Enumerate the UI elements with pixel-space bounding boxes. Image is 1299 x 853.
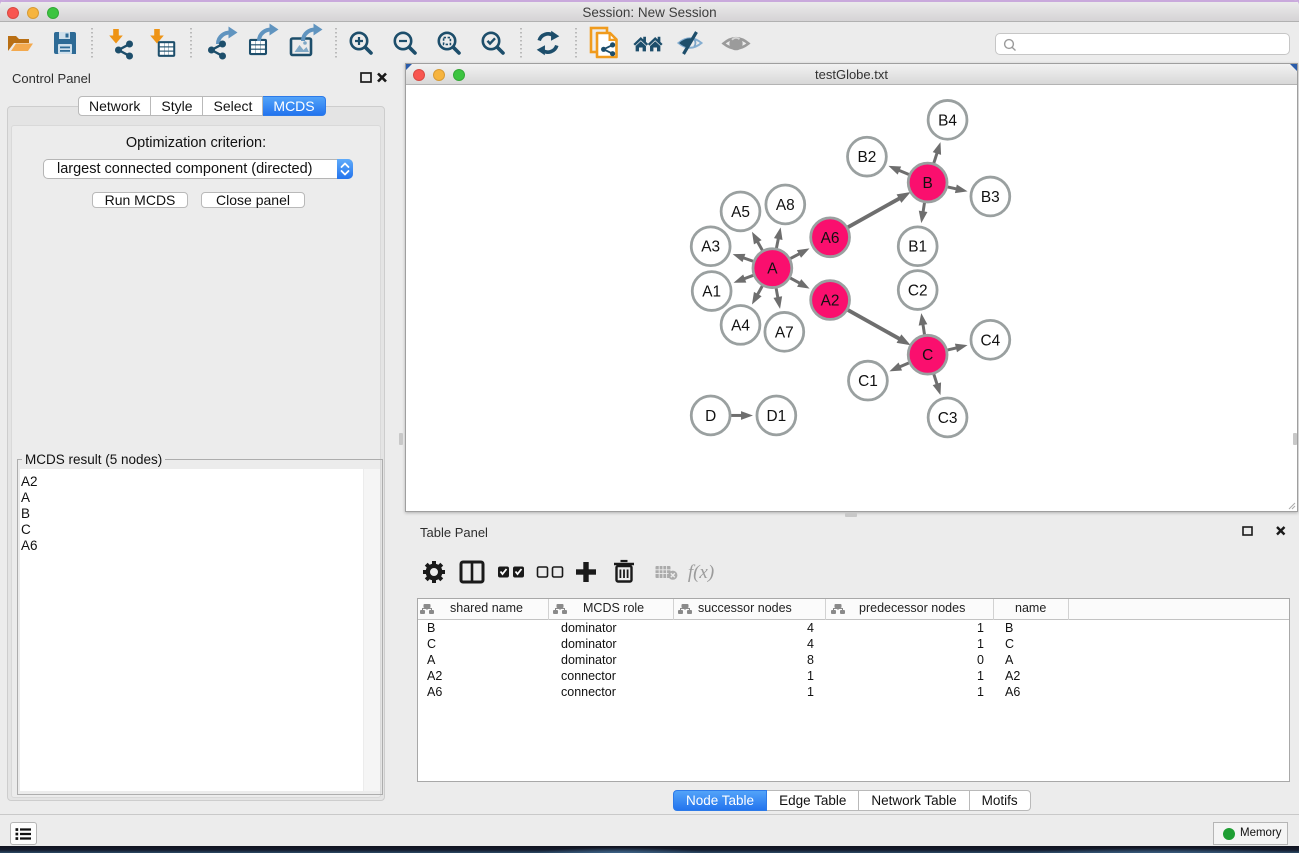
- svg-text:A5: A5: [731, 204, 750, 221]
- svg-text:A7: A7: [775, 324, 794, 341]
- svg-text:A1: A1: [702, 284, 721, 301]
- svg-text:A2: A2: [821, 292, 840, 309]
- svg-text:B: B: [922, 175, 932, 192]
- svg-text:C3: C3: [938, 410, 958, 427]
- svg-text:A6: A6: [821, 230, 840, 247]
- svg-text:C1: C1: [858, 373, 878, 390]
- svg-text:A8: A8: [776, 197, 795, 214]
- svg-text:B4: B4: [938, 112, 957, 129]
- svg-text:D: D: [705, 408, 716, 425]
- svg-text:C: C: [922, 347, 933, 364]
- svg-text:A4: A4: [731, 317, 750, 334]
- svg-text:A3: A3: [701, 239, 720, 256]
- svg-text:D1: D1: [766, 408, 786, 425]
- svg-text:f(x): f(x): [688, 562, 714, 583]
- svg-text:C2: C2: [908, 283, 928, 300]
- svg-text:A: A: [767, 261, 778, 278]
- svg-text:B2: B2: [857, 149, 876, 166]
- svg-text:B1: B1: [908, 239, 927, 256]
- svg-text:B3: B3: [981, 189, 1000, 206]
- svg-text:C4: C4: [980, 332, 1000, 349]
